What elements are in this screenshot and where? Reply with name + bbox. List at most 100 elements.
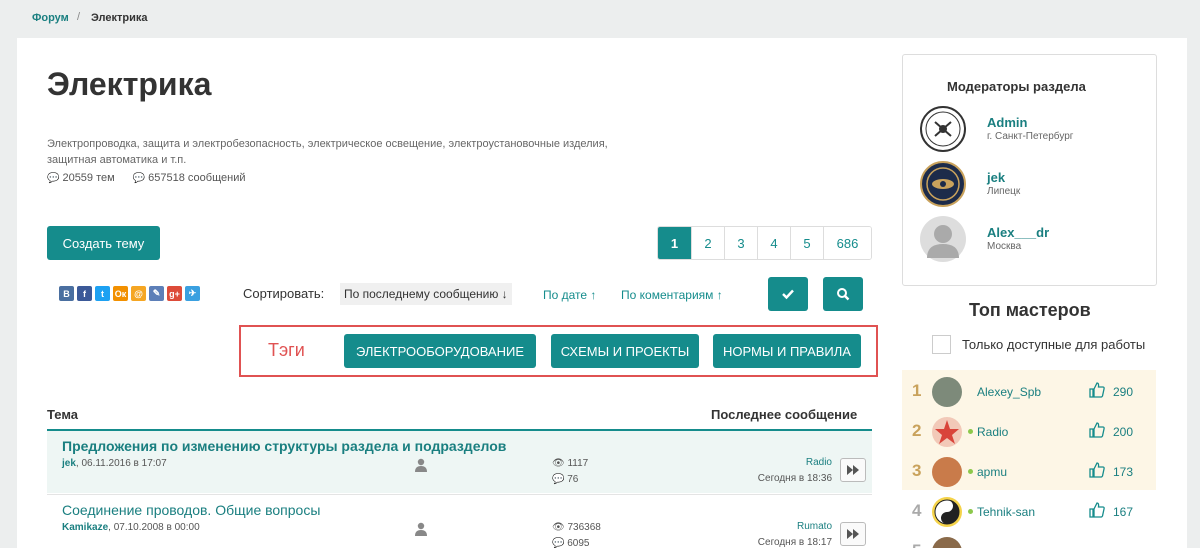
list-item: 3 apmu 173 bbox=[902, 451, 1156, 491]
moderators-title: Модераторы раздела bbox=[947, 79, 1086, 94]
topic-meta: jek, 06.11.2016 в 17:07 bbox=[62, 458, 167, 469]
master-rank: 4 bbox=[912, 501, 922, 520]
breadcrumb-current: Электрика bbox=[91, 12, 148, 24]
comments-icon: 💬 bbox=[552, 474, 565, 485]
mark-read-button[interactable] bbox=[768, 277, 808, 311]
list-item: 1 Alexey_Spb 290 bbox=[902, 371, 1156, 411]
section-stats: 💬 20559 тем 💬 657518 сообщений bbox=[47, 172, 246, 184]
master-name-link[interactable]: Radio bbox=[977, 425, 1008, 439]
livejournal-icon[interactable]: ✎ bbox=[149, 286, 164, 301]
only-available-checkbox[interactable] bbox=[932, 335, 951, 354]
avatar[interactable] bbox=[920, 216, 966, 262]
avatar[interactable] bbox=[932, 537, 962, 548]
comments-stat: 💬 6095 bbox=[552, 538, 589, 548]
check-icon bbox=[782, 289, 794, 300]
last-post-user-link[interactable]: Radio bbox=[806, 457, 832, 468]
messages-stat: 💬 657518 сообщений bbox=[133, 172, 246, 184]
topic-author-link[interactable]: jek bbox=[62, 458, 76, 469]
avatar[interactable] bbox=[932, 377, 962, 407]
go-to-last-post-button[interactable] bbox=[840, 458, 866, 482]
breadcrumb: Форум / Электрика bbox=[0, 0, 1200, 38]
comments-count: 76 bbox=[567, 474, 579, 485]
eye-icon: 👁 bbox=[552, 458, 565, 469]
only-available-label[interactable]: Только доступные для работы bbox=[962, 337, 1145, 352]
master-rank: 1 bbox=[912, 381, 922, 400]
master-rank: 5 bbox=[912, 541, 921, 548]
page-5-button[interactable]: 5 bbox=[790, 227, 823, 259]
create-topic-button[interactable]: Создать тему bbox=[47, 226, 160, 260]
breadcrumb-forum-link[interactable]: Форум bbox=[32, 12, 69, 24]
page-last-button[interactable]: 686 bbox=[823, 227, 871, 259]
eye-icon: 👁 bbox=[552, 522, 565, 533]
star-avatar-icon bbox=[935, 420, 959, 444]
topic-meta: Kamikaze, 07.10.2008 в 00:00 bbox=[62, 522, 200, 533]
moderator-name-link[interactable]: Alex___dr bbox=[987, 225, 1049, 240]
master-score: 200 bbox=[1113, 425, 1134, 439]
admin-logo-icon bbox=[925, 111, 961, 147]
online-indicator bbox=[968, 429, 973, 434]
list-item: 4 Tehnik-san 167 bbox=[902, 491, 1156, 531]
vk-icon[interactable]: В bbox=[59, 286, 74, 301]
topic-author-link[interactable]: Kamikaze bbox=[62, 522, 108, 533]
topic-date: , 07.10.2008 в 00:00 bbox=[108, 522, 200, 533]
yin-yang-icon bbox=[934, 499, 960, 525]
mailru-icon[interactable]: @ bbox=[131, 286, 146, 301]
pagination: 1 2 3 4 5 686 bbox=[657, 226, 872, 260]
user-icon bbox=[415, 522, 427, 536]
page-2-button[interactable]: 2 bbox=[691, 227, 724, 259]
tag-schemes-projects[interactable]: СХЕМЫ И ПРОЕКТЫ bbox=[551, 334, 699, 368]
last-post-user-link[interactable]: Rumato bbox=[797, 521, 832, 532]
column-header-last-message: Последнее сообщение bbox=[711, 407, 858, 422]
odnoklassniki-icon[interactable]: Ок bbox=[113, 286, 128, 301]
avatar[interactable] bbox=[920, 161, 966, 207]
page-1-button[interactable]: 1 bbox=[658, 227, 691, 259]
master-rank: 2 bbox=[912, 421, 922, 440]
comments-icon: 💬 bbox=[552, 538, 565, 548]
twitter-icon[interactable]: t bbox=[95, 286, 110, 301]
last-post-time: Сегодня в 18:17 bbox=[757, 537, 832, 548]
comment-icon: 💬 bbox=[47, 173, 60, 184]
views-stat: 👁 1117 bbox=[552, 458, 588, 469]
master-name-link[interactable]: apmu bbox=[977, 465, 1007, 479]
table-row: Соединение проводов. Общие вопросы Kamik… bbox=[47, 494, 872, 548]
fast-forward-icon bbox=[847, 529, 859, 539]
moderator-city: Липецк bbox=[987, 186, 1021, 197]
avatar[interactable] bbox=[920, 106, 966, 152]
online-indicator bbox=[968, 509, 973, 514]
column-header-topic: Тема bbox=[47, 407, 79, 422]
topic-title-link[interactable]: Соединение проводов. Общие вопросы bbox=[62, 502, 320, 518]
tag-norms-rules[interactable]: НОРМЫ И ПРАВИЛА bbox=[713, 334, 861, 368]
search-button[interactable] bbox=[823, 277, 863, 311]
go-to-last-post-button[interactable] bbox=[840, 522, 866, 546]
moderator-name-link[interactable]: jek bbox=[987, 170, 1005, 185]
avatar[interactable] bbox=[932, 497, 962, 527]
moderator-city: Москва bbox=[987, 241, 1022, 252]
telegram-icon[interactable]: ✈ bbox=[185, 286, 200, 301]
breadcrumb-separator: / bbox=[77, 11, 81, 23]
page-4-button[interactable]: 4 bbox=[757, 227, 790, 259]
topic-title-link[interactable]: Предложения по изменению структуры разде… bbox=[62, 438, 506, 454]
sort-by-last-message[interactable]: По последнему сообщению ↓ bbox=[340, 283, 512, 305]
list-item: 2 Radio 200 bbox=[902, 411, 1156, 451]
topic-date: , 06.11.2016 в 17:07 bbox=[75, 458, 167, 469]
moderator-name-link[interactable]: Admin bbox=[987, 115, 1027, 130]
avatar[interactable] bbox=[932, 457, 962, 487]
page-title: Электрика bbox=[47, 66, 212, 102]
master-score: 167 bbox=[1113, 505, 1134, 519]
master-name-link[interactable]: Tehnik-san bbox=[977, 505, 1035, 519]
thumbs-up-icon bbox=[1089, 422, 1105, 438]
sort-by-comments[interactable]: По коментариям ↑ bbox=[621, 288, 723, 302]
master-score: 290 bbox=[1113, 385, 1134, 399]
topics-count: 20559 тем bbox=[62, 172, 115, 184]
comments-count: 6095 bbox=[567, 538, 590, 548]
facebook-icon[interactable]: f bbox=[77, 286, 92, 301]
avatar[interactable] bbox=[932, 417, 962, 447]
googleplus-icon[interactable]: g+ bbox=[167, 286, 182, 301]
page-3-button[interactable]: 3 bbox=[724, 227, 757, 259]
tag-electrical-equipment[interactable]: ЭЛЕКТРООБОРУДОВАНИЕ bbox=[344, 334, 536, 368]
views-stat: 👁 736368 bbox=[552, 522, 601, 533]
fast-forward-icon bbox=[847, 465, 859, 475]
sort-by-date[interactable]: По дате ↑ bbox=[543, 288, 596, 302]
section-description: Электропроводка, защита и электробезопас… bbox=[47, 138, 608, 166]
master-name-link[interactable]: Alexey_Spb bbox=[977, 385, 1041, 399]
